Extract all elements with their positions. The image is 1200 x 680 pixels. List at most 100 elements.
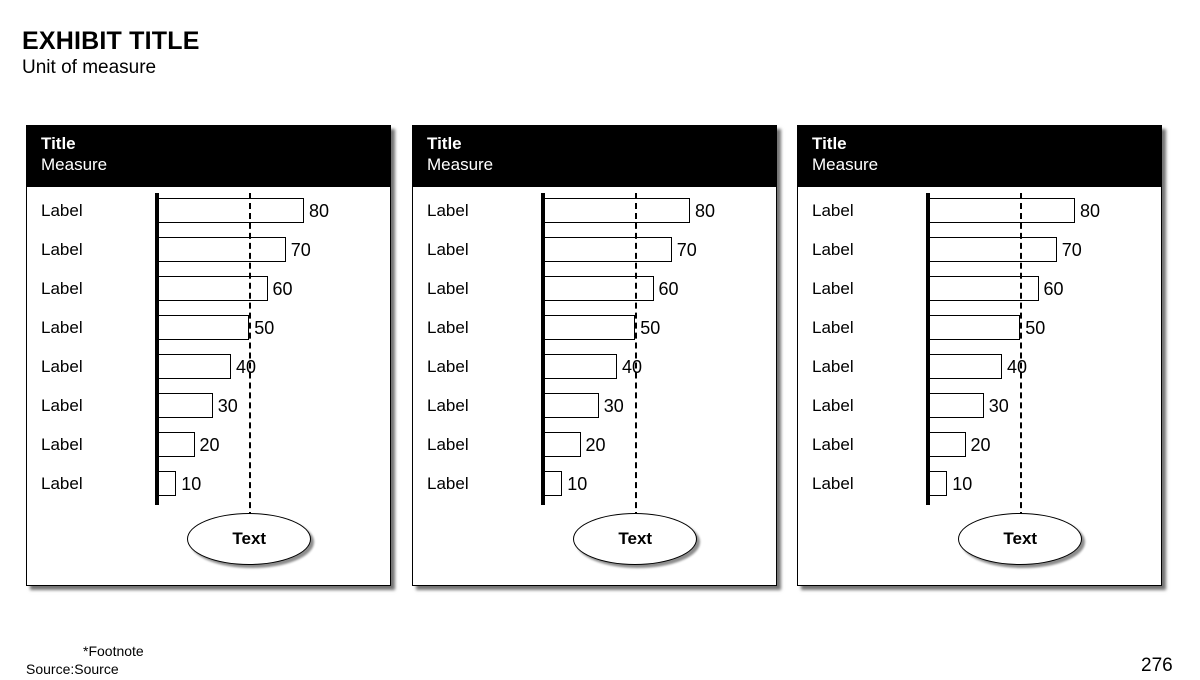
bar[interactable]: [929, 393, 984, 418]
callout-label: Text: [232, 529, 267, 548]
bar[interactable]: [929, 432, 966, 457]
footnote-text: *Footnote: [83, 643, 144, 659]
bar[interactable]: [544, 354, 617, 379]
bar[interactable]: [544, 393, 599, 418]
bar[interactable]: [929, 315, 1021, 340]
bar-row[interactable]: Label 10: [798, 471, 1161, 496]
bar-category-label: Label: [812, 434, 854, 454]
bar-category-label: Label: [812, 473, 854, 493]
bar-value-label: 10: [567, 473, 588, 494]
callout-label: Text: [1003, 529, 1038, 548]
panel-body: Label 80 Label 70 Label 60 Label 50 Label 40 Label…: [413, 187, 776, 585]
bar-category-label: Label: [812, 356, 854, 376]
bar[interactable]: [544, 432, 581, 457]
bar-value-label: 60: [1043, 278, 1064, 299]
bar-category-label: Label: [427, 434, 469, 454]
bar[interactable]: [158, 198, 304, 223]
bar[interactable]: [158, 471, 177, 496]
bar[interactable]: [158, 354, 231, 379]
bar-chart: Label 80 Label 70 Label 60 Label 50 Label 40 Label…: [27, 187, 390, 585]
bar[interactable]: [929, 237, 1057, 262]
chart-panel[interactable]: Title Measure Label 80 Label 70 Label 60 Label 50…: [26, 125, 391, 586]
panel-measure: Measure: [812, 155, 879, 174]
bar-row[interactable]: Label 30: [798, 393, 1161, 418]
callout-bubble[interactable]: Text: [958, 513, 1083, 565]
value-axis-line: [926, 193, 930, 505]
bar-row[interactable]: Label 30: [27, 393, 390, 418]
bar-category-label: Label: [41, 434, 83, 454]
bar-value-label: 30: [988, 395, 1009, 416]
bar-row[interactable]: Label 40: [798, 354, 1161, 379]
bar[interactable]: [544, 471, 563, 496]
bar-value-label: 70: [1061, 239, 1082, 260]
bar-category-label: Label: [427, 473, 469, 493]
bar[interactable]: [158, 315, 250, 340]
bar-value-label: 80: [695, 200, 716, 221]
bar-category-label: Label: [427, 317, 469, 337]
bar-value-label: 70: [676, 239, 697, 260]
bar-chart: Label 80 Label 70 Label 60 Label 50 Label 40 Label…: [798, 187, 1161, 585]
value-axis-line: [155, 193, 159, 505]
bar-value-label: 20: [585, 434, 606, 455]
bar-category-label: Label: [427, 278, 469, 298]
bar-row[interactable]: Label 50: [27, 315, 390, 340]
page-number: 276: [1141, 655, 1173, 676]
bar-value-label: 10: [181, 473, 202, 494]
bar-category-label: Label: [427, 239, 469, 259]
bar-row[interactable]: Label 50: [798, 315, 1161, 340]
bar[interactable]: [544, 315, 636, 340]
bar-row[interactable]: Label 40: [27, 354, 390, 379]
bar-row[interactable]: Label 20: [413, 432, 776, 457]
bar-value-label: 20: [970, 434, 991, 455]
bar-row[interactable]: Label 80: [27, 198, 390, 223]
bar-value-label: 50: [640, 317, 661, 338]
bar-category-label: Label: [812, 239, 854, 259]
bar-row[interactable]: Label 70: [413, 237, 776, 262]
panel-measure: Measure: [41, 155, 108, 174]
bar-row[interactable]: Label 20: [27, 432, 390, 457]
bar-row[interactable]: Label 20: [798, 432, 1161, 457]
bar-category-label: Label: [812, 395, 854, 415]
bar-row[interactable]: Label 60: [798, 276, 1161, 301]
bar-category-label: Label: [427, 200, 469, 220]
bar-row[interactable]: Label 10: [413, 471, 776, 496]
bar-value-label: 10: [952, 473, 973, 494]
panel-header: Title Measure: [413, 126, 776, 187]
bar[interactable]: [929, 471, 948, 496]
bar-row[interactable]: Label 10: [27, 471, 390, 496]
panel-title: Title: [41, 134, 76, 153]
panel-header: Title Measure: [27, 126, 390, 187]
bar-category-label: Label: [41, 239, 83, 259]
callout-bubble[interactable]: Text: [573, 513, 698, 565]
bar-category-label: Label: [41, 473, 83, 493]
chart-panel[interactable]: Title Measure Label 80 Label 70 Label 60 Label 50…: [412, 125, 777, 586]
bar-row[interactable]: Label 80: [413, 198, 776, 223]
bar[interactable]: [929, 354, 1002, 379]
bar[interactable]: [158, 237, 286, 262]
callout-bubble[interactable]: Text: [187, 513, 312, 565]
reference-line: [249, 193, 252, 538]
bar[interactable]: [158, 393, 213, 418]
bar[interactable]: [929, 198, 1075, 223]
bar-row[interactable]: Label 70: [27, 237, 390, 262]
bar-category-label: Label: [427, 395, 469, 415]
bar[interactable]: [158, 432, 195, 457]
bar-row[interactable]: Label 30: [413, 393, 776, 418]
bar-row[interactable]: Label 60: [27, 276, 390, 301]
chart-panel[interactable]: Title Measure Label 80 Label 70 Label 60 Label 50…: [797, 125, 1162, 586]
bar-row[interactable]: Label 40: [413, 354, 776, 379]
bar-value-label: 60: [272, 278, 293, 299]
bar-category-label: Label: [812, 278, 854, 298]
bar-row[interactable]: Label 50: [413, 315, 776, 340]
bar-value-label: 40: [622, 356, 643, 377]
bar-value-label: 50: [1025, 317, 1046, 338]
bar-row[interactable]: Label 70: [798, 237, 1161, 262]
bar-value-label: 40: [236, 356, 257, 377]
bar[interactable]: [544, 237, 672, 262]
source-text: Source:Source: [26, 661, 119, 677]
value-axis-line: [541, 193, 545, 505]
bar-value-label: 30: [217, 395, 238, 416]
bar-row[interactable]: Label 60: [413, 276, 776, 301]
bar-row[interactable]: Label 80: [798, 198, 1161, 223]
bar[interactable]: [544, 198, 690, 223]
